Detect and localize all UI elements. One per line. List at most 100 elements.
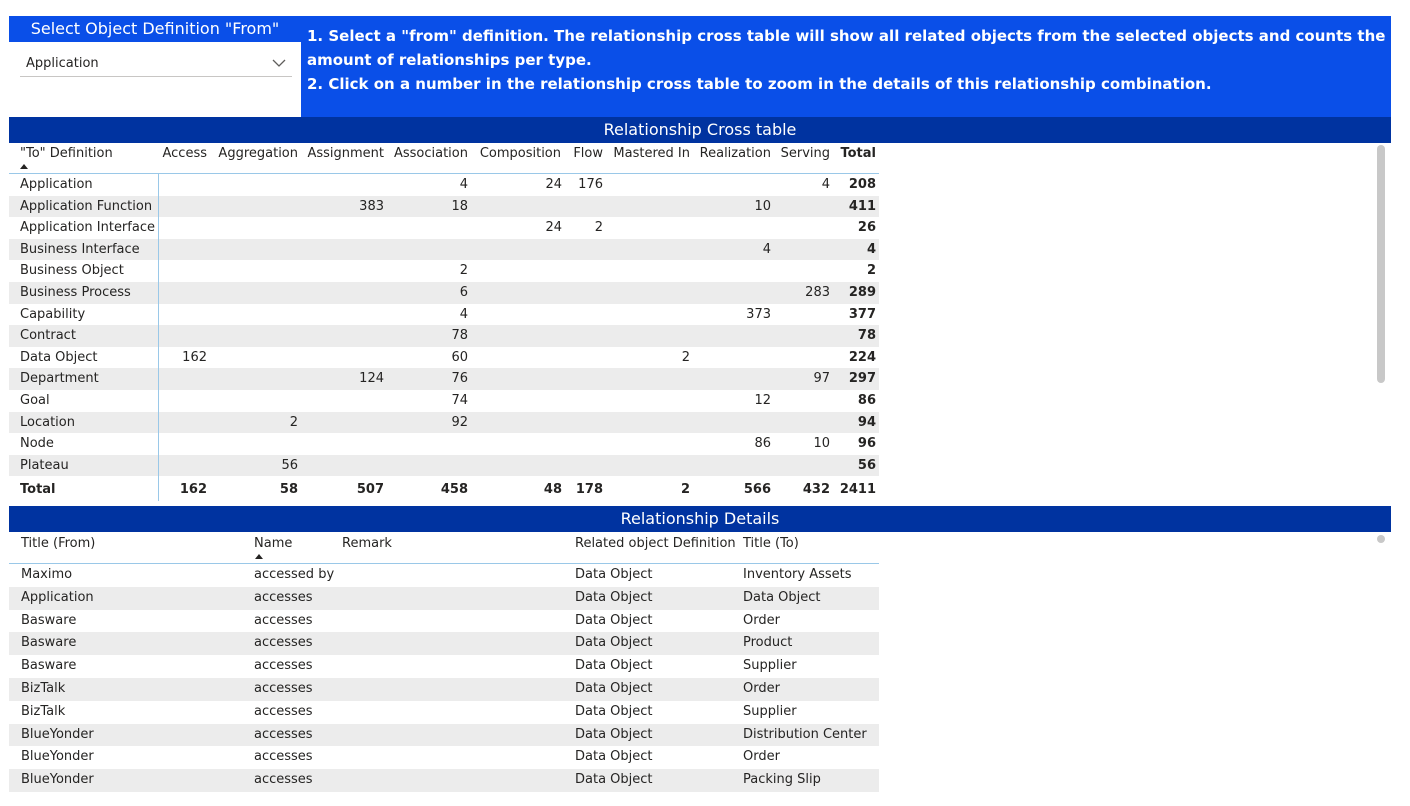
table-row[interactable]: BizTalk accesses Data Object Order — [9, 677, 879, 701]
row-label: Capability — [20, 306, 86, 322]
table-row[interactable]: BlueYonder accesses Data Object Order — [9, 746, 879, 769]
column-header-related-object-definition[interactable]: Related object Definition — [575, 532, 736, 556]
column-header-total[interactable]: Total — [840, 143, 876, 165]
cross-table-row: Business Process 6 283 289 — [9, 281, 879, 304]
cell-name: accesses — [254, 772, 313, 788]
table-row[interactable]: Application accesses Data Object Data Objec… — [9, 586, 879, 610]
relationship-count-cell[interactable]: 24 — [545, 217, 562, 239]
column-header-association[interactable]: Association — [394, 143, 468, 165]
relationship-count-cell[interactable]: 92 — [451, 412, 468, 434]
relationship-count-cell[interactable]: 283 — [805, 282, 830, 304]
column-total-cell: 178 — [575, 482, 603, 498]
relationship-count-cell[interactable]: 4 — [763, 239, 771, 261]
cell-title-from: BlueYonder — [21, 772, 94, 788]
cell-title-to: Order — [743, 612, 780, 628]
relationship-count-cell[interactable]: 24 — [545, 174, 562, 196]
relationship-count-cell[interactable]: 2 — [682, 347, 690, 369]
relationship-count-cell[interactable]: 373 — [746, 304, 771, 326]
cell-related-object-definition: Data Object — [575, 658, 653, 674]
relationship-count-cell[interactable]: 10 — [813, 433, 830, 455]
relationship-count-cell[interactable]: 4 — [822, 174, 830, 196]
row-total-cell: 208 — [848, 177, 876, 192]
relationship-count-cell[interactable]: 12 — [754, 390, 771, 412]
column-header-realization[interactable]: Realization — [700, 143, 771, 165]
sort-ascending-icon[interactable] — [20, 164, 28, 169]
slicer-title: Select Object Definition "From" — [9, 16, 301, 42]
table-row[interactable]: Basware accesses Data Object Supplier — [9, 655, 879, 678]
relationship-count-cell[interactable]: 60 — [451, 347, 468, 369]
cross-table-row: Location 2 92 94 — [9, 411, 879, 434]
row-total-cell: 411 — [848, 198, 876, 214]
column-header-serving[interactable]: Serving — [781, 143, 830, 165]
table-row[interactable]: Basware accesses Data Object Product — [9, 632, 879, 656]
row-label: Department — [20, 371, 99, 387]
cell-name: accesses — [254, 635, 313, 651]
cell-related-object-definition: Data Object — [575, 726, 653, 742]
relationship-count-cell[interactable]: 4 — [460, 174, 468, 196]
table-row[interactable]: BlueYonder accesses Data Object Packing Sli… — [9, 769, 879, 792]
cell-title-from: Basware — [21, 612, 77, 628]
cross-table-row: Capability 4 373 377 — [9, 304, 879, 326]
table-row[interactable]: Maximo accessed by Data Object Inventory As… — [9, 564, 879, 587]
column-total-cell: 2411 — [839, 482, 876, 498]
chevron-down-icon[interactable] — [272, 56, 286, 70]
relationship-count-cell[interactable]: 76 — [451, 368, 468, 390]
cross-table-row: Goal 74 12 86 — [9, 390, 879, 412]
relationship-count-cell[interactable]: 86 — [754, 433, 771, 455]
relationship-count-cell[interactable]: 74 — [451, 390, 468, 412]
table-row[interactable]: Basware accesses Data Object Order — [9, 610, 879, 633]
cell-related-object-definition: Data Object — [575, 749, 653, 765]
relationship-count-cell[interactable]: 2 — [460, 260, 468, 282]
relationship-count-cell[interactable]: 383 — [359, 196, 384, 218]
row-label: Application — [20, 177, 93, 192]
relationship-count-cell[interactable]: 2 — [595, 217, 603, 239]
relationship-count-cell[interactable]: 18 — [451, 196, 468, 218]
relationship-count-cell[interactable]: 176 — [578, 174, 603, 196]
cell-title-from: Basware — [21, 635, 77, 651]
column-header-title-to[interactable]: Title (To) — [743, 532, 799, 556]
details-table-title: Relationship Details — [9, 506, 1391, 532]
object-definition-dropdown[interactable]: Application — [20, 49, 292, 77]
relationship-count-cell[interactable]: 56 — [281, 455, 298, 477]
relationship-count-cell[interactable]: 6 — [460, 282, 468, 304]
relationship-count-cell[interactable]: 10 — [754, 196, 771, 218]
cell-name: accessed by — [254, 567, 335, 582]
column-header-composition[interactable]: Composition — [480, 143, 561, 165]
column-header-access[interactable]: Access — [162, 143, 207, 165]
column-total-cell: 507 — [356, 482, 384, 498]
sort-ascending-icon[interactable] — [255, 554, 263, 559]
details-table-scrollbar[interactable] — [1377, 535, 1385, 543]
relationship-count-cell[interactable]: 78 — [451, 325, 468, 347]
row-label: Data Object — [20, 349, 98, 365]
relationship-count-cell[interactable]: 4 — [460, 304, 468, 326]
column-header-flow[interactable]: Flow — [573, 143, 603, 165]
cross-table-row: Contract 78 78 — [9, 325, 879, 347]
cross-table-scrollbar[interactable] — [1377, 145, 1385, 383]
cell-title-from: BlueYonder — [21, 749, 94, 765]
relationship-count-cell[interactable]: 124 — [359, 368, 384, 390]
column-header-title-from[interactable]: Title (From) — [21, 532, 95, 556]
cross-table-row: Department 124 76 97 297 — [9, 368, 879, 390]
relationship-count-cell[interactable]: 2 — [290, 412, 298, 434]
row-header-label[interactable]: "To" Definition — [20, 143, 113, 165]
cell-related-object-definition: Data Object — [575, 680, 653, 696]
table-row[interactable]: BizTalk accesses Data Object Supplier — [9, 701, 879, 724]
column-total-cell: 458 — [440, 482, 468, 498]
row-label: Plateau — [20, 457, 69, 473]
cross-table-row: Plateau 56 56 — [9, 454, 879, 477]
relationship-count-cell[interactable]: 162 — [182, 347, 207, 369]
cross-table-row: Application 4 24 176 4 208 — [9, 174, 879, 196]
cell-related-object-definition: Data Object — [575, 635, 653, 651]
column-header-name[interactable]: Name — [254, 532, 292, 556]
cell-title-from: Maximo — [21, 567, 73, 582]
table-row[interactable]: BlueYonder accesses Data Object Distributio… — [9, 723, 879, 747]
column-header-aggregation[interactable]: Aggregation — [218, 143, 298, 165]
instructions-panel: 1. Select a "from" definition. The relat… — [301, 16, 1391, 117]
relationship-count-cell[interactable]: 97 — [813, 368, 830, 390]
row-label: Location — [20, 414, 75, 430]
column-header-assignment[interactable]: Assignment — [307, 143, 384, 165]
cross-table-row: Business Object 2 2 — [9, 260, 879, 282]
column-header-mastered-in[interactable]: Mastered In — [613, 143, 690, 165]
column-header-remark[interactable]: Remark — [342, 532, 392, 556]
cross-table-row: Application Function 383 18 10 411 — [9, 195, 879, 218]
